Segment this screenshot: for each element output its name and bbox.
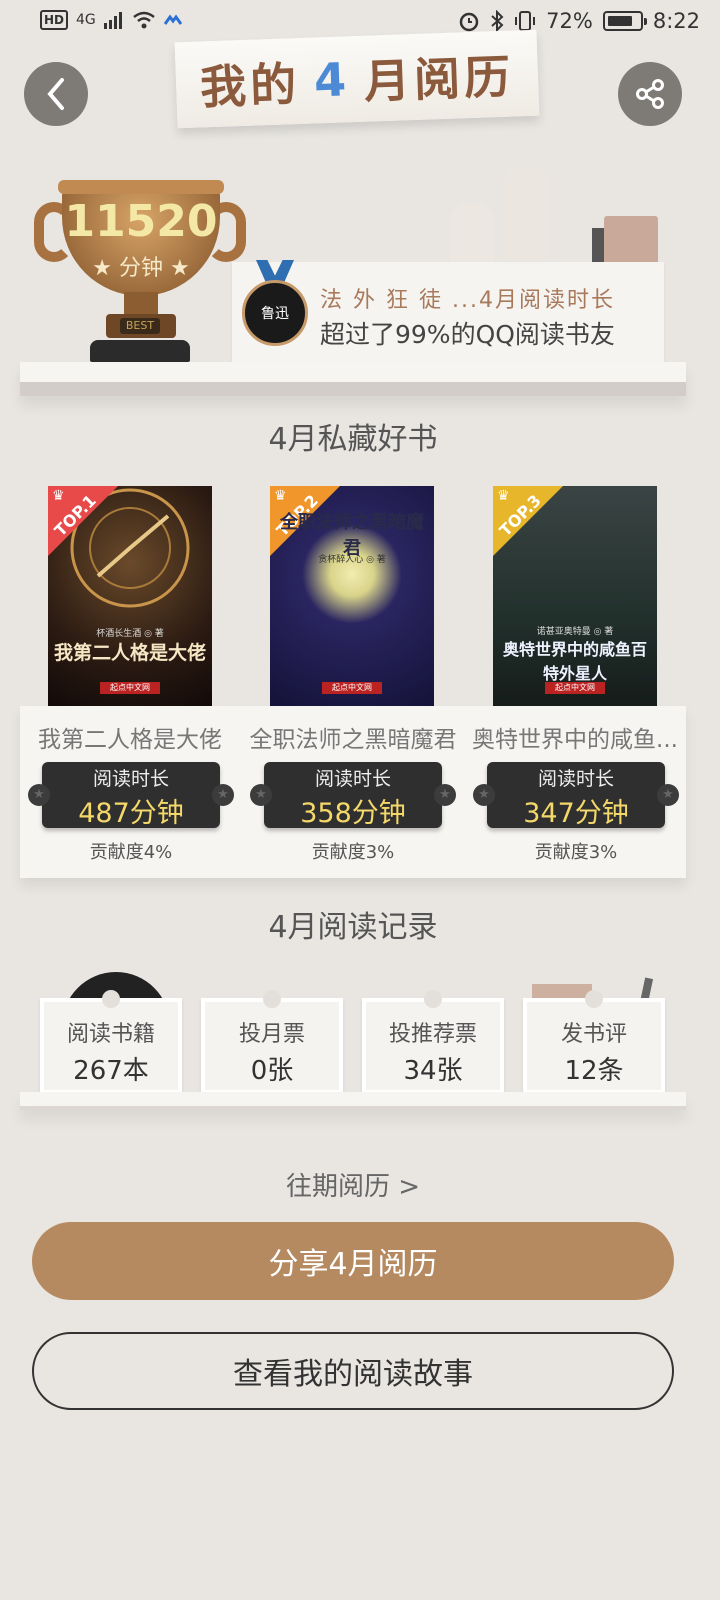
records-shelf bbox=[20, 1092, 686, 1110]
trophy: BEST 11520 ★ 分钟 ★ bbox=[34, 180, 246, 370]
book-cover[interactable]: ♛ TOP.1 杯酒长生酒 ◎ 著 我第二人格是大佬 起点中文网 bbox=[48, 486, 212, 706]
pin-icon bbox=[585, 990, 603, 1008]
cover-publisher: 起点中文网 bbox=[545, 682, 605, 694]
stat-value: 12条 bbox=[564, 1056, 624, 1086]
stat-value: 267本 bbox=[73, 1056, 149, 1086]
battery-percent: 72% bbox=[546, 9, 593, 33]
minutes-unit-label: 分钟 bbox=[118, 256, 163, 281]
records-title: 4月阅读记录 bbox=[268, 910, 438, 945]
wifi-icon bbox=[133, 11, 155, 29]
favorites-title: 4月私藏好书 bbox=[268, 422, 438, 457]
book-cover[interactable]: ♛ TOP.3 诺甚亚奥特曼 ◎ 著 奥特世界中的咸鱼百特外星人 起点中文网 bbox=[493, 486, 657, 706]
stat-monthly-tickets: 投月票 0张 bbox=[201, 990, 343, 1094]
pin-icon bbox=[263, 990, 281, 1008]
status-right: 72% 8:22 bbox=[458, 9, 700, 33]
cover-title: 我第二人格是大佬 bbox=[53, 642, 206, 664]
reading-time-value: 487分钟 bbox=[78, 798, 184, 829]
trophy-base bbox=[90, 340, 190, 362]
stat-reviews: 发书评 12条 bbox=[523, 990, 665, 1094]
book-decoration bbox=[604, 216, 658, 266]
book-title[interactable]: 全职法师之黑暗魔君 bbox=[240, 720, 466, 754]
crown-icon: ♛ bbox=[274, 488, 287, 504]
reading-time-badge: 阅读时长 487分钟 bbox=[28, 762, 234, 829]
stat-value: 34张 bbox=[403, 1056, 463, 1086]
vase-decoration bbox=[504, 168, 550, 264]
best-badge: BEST bbox=[120, 318, 160, 334]
stat-label: 投推荐票 bbox=[388, 1022, 477, 1047]
cover-publisher: 起点中文网 bbox=[322, 682, 382, 694]
book-title[interactable]: 我第二人格是大佬 bbox=[17, 720, 243, 754]
alarm-icon bbox=[459, 12, 479, 32]
title-month: 4 bbox=[313, 52, 351, 108]
rank-percentile-line: 超过了99%的QQ阅读书友 bbox=[320, 320, 615, 349]
battery-icon bbox=[602, 11, 647, 31]
clock: 8:22 bbox=[652, 9, 700, 33]
stat-label: 阅读书籍 bbox=[66, 1022, 155, 1047]
cover-publisher: 起点中文网 bbox=[100, 682, 160, 694]
book-title[interactable]: 奥特世界中的咸鱼... bbox=[462, 720, 688, 754]
book-cover[interactable]: ♛ TOP.2 全职法师之黑暗魔君 贪杯醉人心 ◎ 著 起点中文网 bbox=[270, 486, 434, 706]
share-button[interactable] bbox=[618, 62, 682, 126]
reading-time-label: 阅读时长 bbox=[92, 768, 169, 790]
stat-value: 0张 bbox=[250, 1056, 294, 1086]
total-minutes: 11520 bbox=[64, 196, 218, 247]
contribution-text: 贡献度4% bbox=[89, 842, 173, 863]
reading-time-badge: 阅读时长 347分钟 bbox=[473, 762, 679, 829]
pin-icon bbox=[102, 990, 120, 1008]
crown-icon: ♛ bbox=[497, 488, 510, 504]
stat-label: 投月票 bbox=[238, 1022, 305, 1047]
back-button[interactable] bbox=[24, 62, 88, 126]
title-prefix: 我的 bbox=[199, 57, 302, 115]
trophy-shelf bbox=[20, 362, 686, 396]
reading-time-badge: 阅读时长 358分钟 bbox=[250, 762, 456, 829]
title-suffix: 月阅历 bbox=[363, 49, 515, 109]
book-decoration bbox=[592, 228, 604, 266]
signal-icon bbox=[103, 12, 122, 29]
cover-title: 奥特世界中的咸鱼百特外星人 bbox=[502, 640, 647, 683]
reading-time-value: 347分钟 bbox=[523, 798, 629, 829]
reading-time-label: 阅读时长 bbox=[537, 768, 614, 790]
total-minutes-unit: ★ 分钟 ★ bbox=[92, 256, 190, 281]
hd-badge: HD bbox=[40, 10, 69, 30]
past-history-link[interactable]: 往期阅历 > bbox=[0, 1166, 706, 1203]
crown-icon: ♛ bbox=[52, 488, 65, 504]
vase-decoration bbox=[450, 204, 494, 264]
contribution-text: 贡献度3% bbox=[534, 842, 618, 863]
stat-label: 发书评 bbox=[560, 1022, 627, 1047]
stat-books-read: 阅读书籍 267本 bbox=[40, 990, 182, 1094]
trophy-stem bbox=[124, 292, 158, 316]
rank-username-line: 法 外 狂 徒 ...4月阅读时长 bbox=[320, 288, 615, 313]
view-reading-story-button[interactable]: 查看我的阅读故事 bbox=[32, 1332, 674, 1410]
network-type: 4G bbox=[76, 12, 96, 28]
stat-recommend-tickets: 投推荐票 34张 bbox=[362, 990, 504, 1094]
medal-badge: 鲁迅 bbox=[242, 280, 308, 346]
page-title-banner: 我的 4 月阅历 bbox=[174, 29, 540, 129]
contribution-text: 贡献度3% bbox=[311, 842, 395, 863]
share-icon bbox=[636, 79, 664, 109]
cover-author: 贪杯醉人心 ◎ 著 bbox=[318, 555, 386, 565]
trophy-rim bbox=[58, 180, 224, 194]
vibrate-icon bbox=[515, 11, 536, 31]
pin-icon bbox=[424, 990, 442, 1008]
status-left: HD 4G bbox=[40, 10, 182, 30]
bluetooth-icon bbox=[491, 10, 504, 32]
app-notification-icon bbox=[163, 14, 182, 25]
chevron-left-icon bbox=[47, 78, 64, 110]
share-history-button[interactable]: 分享4月阅历 bbox=[32, 1222, 674, 1300]
reading-time-label: 阅读时长 bbox=[314, 768, 391, 790]
reading-time-value: 358分钟 bbox=[300, 798, 406, 829]
